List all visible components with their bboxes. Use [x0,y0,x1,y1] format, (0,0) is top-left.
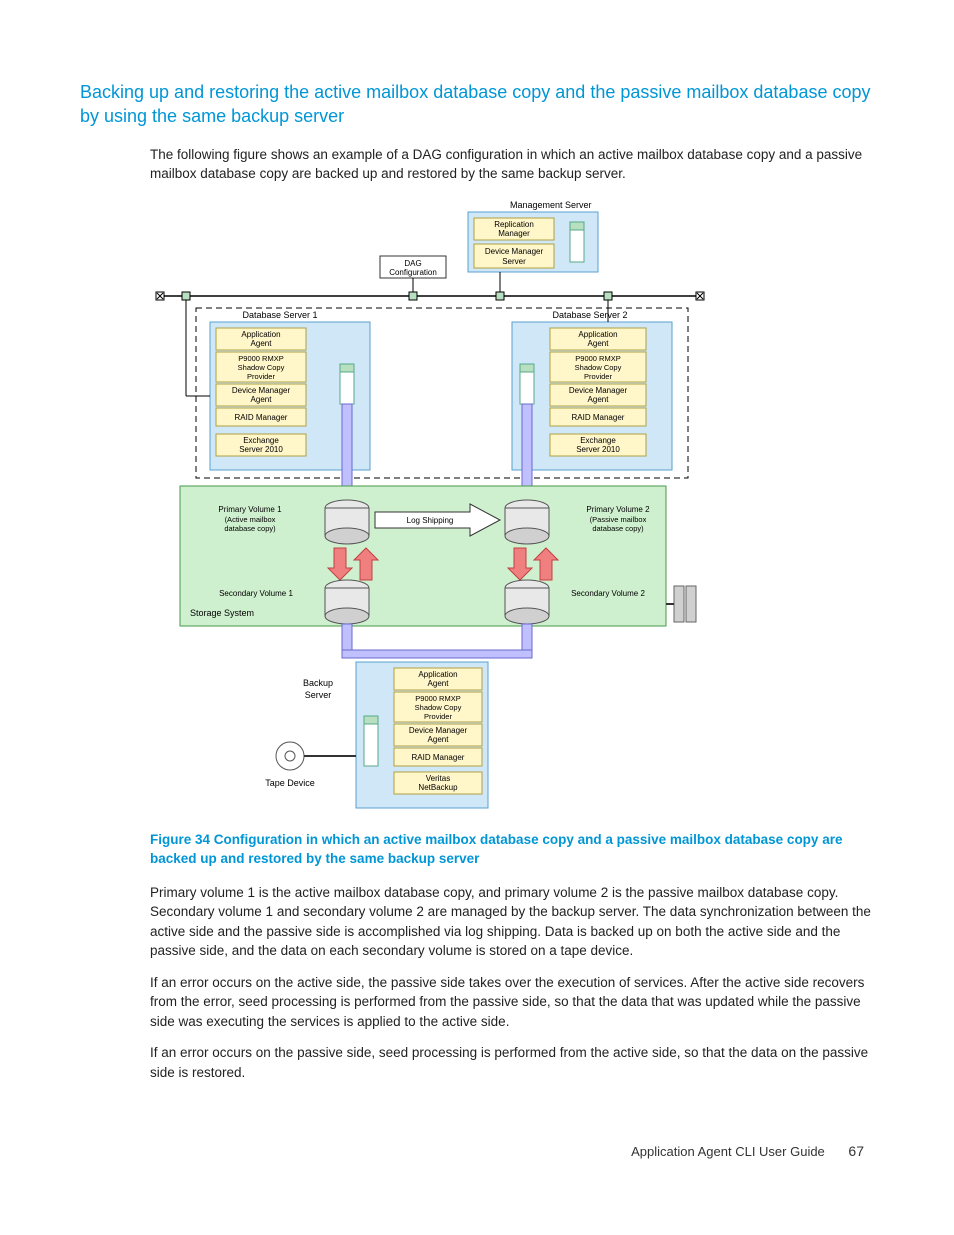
svg-text:Storage System: Storage System [190,608,254,618]
svg-text:Provider: Provider [584,372,612,381]
svg-text:Secondary Volume 1: Secondary Volume 1 [219,589,293,598]
paragraph-1: Primary volume 1 is the active mailbox d… [80,883,874,961]
svg-text:Shadow Copy: Shadow Copy [575,363,622,372]
label-management-server: Management Server [510,200,592,210]
footer-doc-title: Application Agent CLI User Guide [631,1144,825,1159]
svg-text:database copy): database copy) [224,524,276,533]
svg-text:P9000 RMXP: P9000 RMXP [415,694,460,703]
svg-text:Agent: Agent [588,395,610,404]
svg-text:Agent: Agent [251,339,273,348]
svg-text:DAG: DAG [404,259,421,268]
svg-text:Agent: Agent [428,679,450,688]
svg-text:(Passive mailbox: (Passive mailbox [590,515,647,524]
svg-text:Database Server 1: Database Server 1 [242,310,317,320]
svg-text:Replication: Replication [494,220,534,229]
svg-text:Device Manager: Device Manager [569,386,628,395]
svg-text:Exchange: Exchange [243,436,279,445]
svg-text:P9000 RMXP: P9000 RMXP [238,354,283,363]
page-footer: Application Agent CLI User Guide 67 [80,1143,874,1159]
svg-text:Exchange: Exchange [580,436,616,445]
svg-text:Backup: Backup [303,678,333,688]
svg-text:RAID Manager: RAID Manager [235,413,288,422]
svg-text:P9000 RMXP: P9000 RMXP [575,354,620,363]
svg-text:Application: Application [418,670,457,679]
svg-text:Primary Volume 1: Primary Volume 1 [218,505,282,514]
svg-text:NetBackup: NetBackup [418,783,458,792]
svg-text:Veritas: Veritas [426,774,450,783]
svg-text:Device Manager: Device Manager [232,386,291,395]
svg-text:Agent: Agent [588,339,610,348]
svg-text:Secondary Volume 2: Secondary Volume 2 [571,589,645,598]
svg-text:Application: Application [241,330,280,339]
svg-text:Server: Server [502,257,526,266]
svg-text:database copy): database copy) [592,524,644,533]
svg-text:Application: Application [578,330,617,339]
footer-page-number: 67 [848,1143,864,1159]
svg-text:Log Shipping: Log Shipping [407,516,454,525]
svg-text:Provider: Provider [247,372,275,381]
svg-text:Device Manager: Device Manager [485,247,544,256]
svg-text:Shadow Copy: Shadow Copy [238,363,285,372]
svg-text:(Active mailbox: (Active mailbox [225,515,276,524]
figure-caption: Figure 34 Configuration in which an acti… [80,831,874,869]
svg-text:RAID Manager: RAID Manager [412,753,465,762]
section-heading: Backing up and restoring the active mail… [80,80,874,129]
svg-text:Server: Server [305,690,332,700]
svg-text:Configuration: Configuration [389,268,437,277]
svg-text:RAID Manager: RAID Manager [572,413,625,422]
svg-text:Tape Device: Tape Device [265,778,315,788]
svg-text:Database Server 2: Database Server 2 [552,310,627,320]
svg-text:Provider: Provider [424,712,452,721]
svg-text:Shadow Copy: Shadow Copy [415,703,462,712]
paragraph-2: If an error occurs on the active side, t… [80,973,874,1032]
figure-diagram: Management Server Replication Manager De… [150,196,874,821]
svg-text:Device Manager: Device Manager [409,726,468,735]
svg-text:Primary Volume 2: Primary Volume 2 [586,505,650,514]
intro-paragraph: The following figure shows an example of… [80,145,874,184]
svg-text:Agent: Agent [428,735,450,744]
paragraph-3: If an error occurs on the passive side, … [80,1043,874,1082]
svg-text:Agent: Agent [251,395,273,404]
svg-text:Server 2010: Server 2010 [576,445,620,454]
svg-text:Server 2010: Server 2010 [239,445,283,454]
svg-text:Manager: Manager [498,229,530,238]
